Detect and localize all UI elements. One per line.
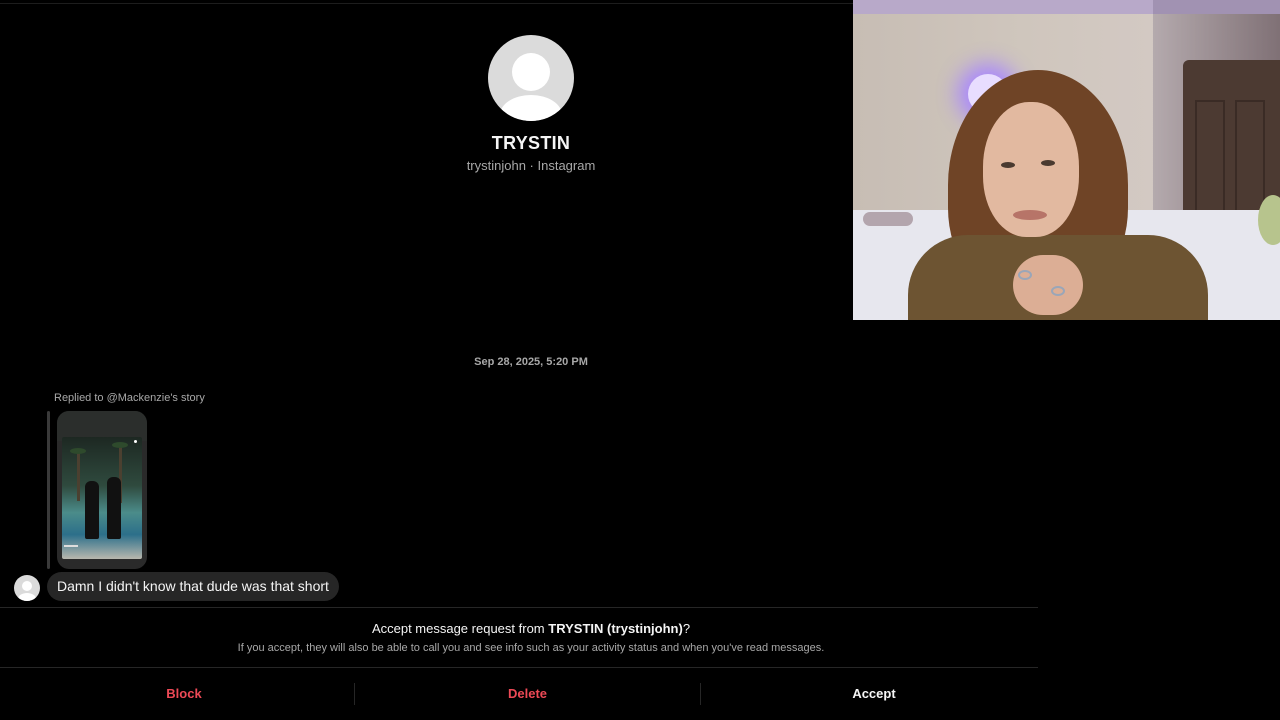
request-description: If you accept, they will also be able to… [237,642,825,654]
sender-avatar[interactable] [14,575,40,601]
profile-subtitle: trystinjohn · Instagram [466,158,596,173]
reply-indicator-bar [47,411,50,569]
message-timestamp: Sep 28, 2025, 5:20 PM [474,356,588,368]
story-thumbnail[interactable] [57,411,147,569]
story-reply-label: Replied to @Mackenzie's story [54,392,205,404]
top-divider [0,3,853,4]
request-sender-name: TRYSTIN (trystinjohn) [548,621,683,636]
message-bubble[interactable]: Damn I didn't know that dude was that sh… [47,572,339,601]
profile-avatar[interactable] [488,35,574,121]
dm-request-screen: TRYSTIN trystinjohn · Instagram Sep 28, … [0,0,1280,720]
webcam-overlay [853,0,1280,320]
request-divider [0,607,1038,608]
request-title: Accept message request from TRYSTIN (try… [371,621,691,636]
block-button[interactable]: Block [14,668,354,720]
accept-button[interactable]: Accept [701,668,1047,720]
default-avatar-icon [22,581,32,591]
profile-name[interactable]: TRYSTIN [330,133,732,154]
delete-button[interactable]: Delete [355,668,700,720]
default-avatar-icon [512,53,550,91]
